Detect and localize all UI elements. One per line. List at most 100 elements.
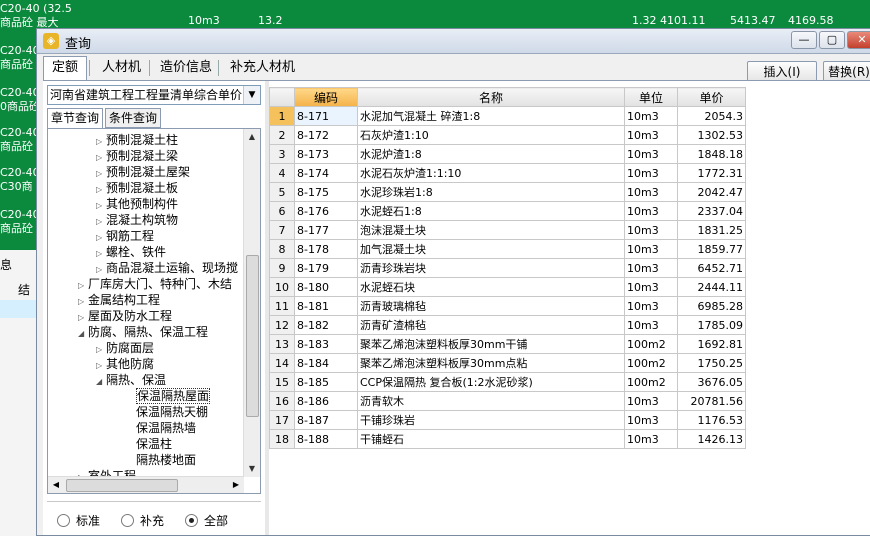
table-row[interactable]: 3 8-173 水泥炉渣1:8 10m3 1848.18: [269, 144, 746, 164]
row-number[interactable]: 12: [269, 315, 295, 335]
tree-item[interactable]: 保温隔热屋面: [126, 388, 211, 404]
tree-item[interactable]: ▷ 螺栓、铁件: [96, 244, 166, 260]
cell-unit[interactable]: 10m3: [624, 201, 678, 221]
scroll-thumb[interactable]: [66, 479, 178, 492]
cell-name[interactable]: 水泥炉渣1:8: [357, 144, 625, 164]
table-row[interactable]: 13 8-183 聚苯乙烯泡沫塑料板厚30mm干铺 100m2 1692.81: [269, 334, 746, 354]
cell-unit[interactable]: 100m2: [624, 334, 678, 354]
tree-item[interactable]: ▷ 混凝土构筑物: [96, 212, 178, 228]
table-row[interactable]: 14 8-184 聚苯乙烯泡沫塑料板厚30mm点粘 100m2 1750.25: [269, 353, 746, 373]
cell-unit[interactable]: 10m3: [624, 144, 678, 164]
row-number[interactable]: 18: [269, 429, 295, 449]
tab-supplement-materials[interactable]: 补充人材机: [221, 56, 304, 78]
cell-name[interactable]: 沥青玻璃棉毡: [357, 296, 625, 316]
cell-price[interactable]: 6452.71: [677, 258, 746, 278]
table-row[interactable]: 4 8-174 水泥石灰炉渣1:1:10 10m3 1772.31: [269, 163, 746, 183]
cell-code[interactable]: 8-178: [294, 239, 358, 259]
cell-unit[interactable]: 10m3: [624, 125, 678, 145]
cell-code[interactable]: 8-172: [294, 125, 358, 145]
row-number[interactable]: 10: [269, 277, 295, 297]
cell-name[interactable]: 泡沫混凝土块: [357, 220, 625, 240]
cell-unit[interactable]: 100m2: [624, 353, 678, 373]
tab-materials[interactable]: 人材机: [93, 56, 150, 78]
cell-code[interactable]: 8-171: [294, 106, 358, 126]
tab-condition-query[interactable]: 条件查询: [105, 108, 162, 128]
tree-item[interactable]: 保温柱: [126, 436, 172, 452]
cell-price[interactable]: 1859.77: [677, 239, 746, 259]
table-row[interactable]: 5 8-175 水泥珍珠岩1:8 10m3 2042.47: [269, 182, 746, 202]
cell-code[interactable]: 8-180: [294, 277, 358, 297]
row-number[interactable]: 9: [269, 258, 295, 278]
cell-unit[interactable]: 10m3: [624, 163, 678, 183]
row-number[interactable]: 1: [269, 106, 295, 126]
tree-item[interactable]: 保温隔热天棚: [126, 404, 208, 420]
cell-price[interactable]: 1426.13: [677, 429, 746, 449]
cell-name[interactable]: 加气混凝土块: [357, 239, 625, 259]
tab-chapter-query[interactable]: 章节查询: [47, 108, 104, 129]
scroll-down-icon[interactable]: ▼: [244, 461, 260, 477]
tree-item[interactable]: ▷ 其他预制构件: [96, 196, 178, 212]
tree-item[interactable]: ◢ 防腐、隔热、保温工程: [78, 324, 208, 340]
cell-code[interactable]: 8-176: [294, 201, 358, 221]
cell-name[interactable]: 水泥加气混凝土 碎渣1:8: [357, 106, 625, 126]
tab-quota[interactable]: 定额: [43, 56, 88, 81]
tree-item[interactable]: 隔热楼地面: [126, 452, 196, 468]
cell-price[interactable]: 1692.81: [677, 334, 746, 354]
row-number[interactable]: 2: [269, 125, 295, 145]
table-row[interactable]: 16 8-186 沥青软木 10m3 20781.56: [269, 391, 746, 411]
maximize-icon[interactable]: ▢: [819, 31, 845, 49]
table-row[interactable]: 6 8-176 水泥蛭石1:8 10m3 2337.04: [269, 201, 746, 221]
dialog-titlebar[interactable]: ◈ 查询 — ▢ ✕: [37, 29, 870, 54]
cell-unit[interactable]: 10m3: [624, 391, 678, 411]
cell-name[interactable]: 干铺蛭石: [357, 429, 625, 449]
scroll-left-icon[interactable]: ◀: [48, 477, 64, 493]
cell-unit[interactable]: 100m2: [624, 372, 678, 392]
cell-code[interactable]: 8-181: [294, 296, 358, 316]
cell-code[interactable]: 8-175: [294, 182, 358, 202]
tree-item[interactable]: ▷ 金属结构工程: [78, 292, 160, 308]
table-row[interactable]: 11 8-181 沥青玻璃棉毡 10m3 6985.28: [269, 296, 746, 316]
cell-code[interactable]: 8-179: [294, 258, 358, 278]
tree-item[interactable]: 保温隔热墙: [126, 420, 196, 436]
tree-item[interactable]: ▷ 钢筋工程: [96, 228, 154, 244]
chevron-down-icon[interactable]: ▼: [243, 86, 260, 104]
tree-item[interactable]: ▷ 预制混凝土屋架: [96, 164, 190, 180]
scroll-right-icon[interactable]: ▶: [228, 477, 244, 493]
cell-price[interactable]: 1176.53: [677, 410, 746, 430]
row-number[interactable]: 7: [269, 220, 295, 240]
tree-vertical-scrollbar[interactable]: ▲ ▼: [243, 129, 260, 477]
cell-price[interactable]: 6985.28: [677, 296, 746, 316]
table-row[interactable]: 9 8-179 沥青珍珠岩块 10m3 6452.71: [269, 258, 746, 278]
cell-unit[interactable]: 10m3: [624, 239, 678, 259]
close-icon[interactable]: ✕: [847, 31, 870, 49]
cell-price[interactable]: 1302.53: [677, 125, 746, 145]
cell-code[interactable]: 8-184: [294, 353, 358, 373]
cell-code[interactable]: 8-186: [294, 391, 358, 411]
collapse-icon[interactable]: ◢: [96, 374, 106, 390]
tree-item[interactable]: ▷ 屋面及防水工程: [78, 308, 172, 324]
scroll-thumb[interactable]: [246, 255, 259, 417]
cell-name[interactable]: 水泥蛭石1:8: [357, 201, 625, 221]
cell-name[interactable]: 沥青软木: [357, 391, 625, 411]
cell-unit[interactable]: 10m3: [624, 296, 678, 316]
cell-name[interactable]: 沥青珍珠岩块: [357, 258, 625, 278]
tree-item[interactable]: ▷ 预制混凝土柱: [96, 132, 178, 148]
cell-code[interactable]: 8-173: [294, 144, 358, 164]
tree-horizontal-scrollbar[interactable]: ◀ ▶: [48, 476, 244, 493]
table-row[interactable]: 10 8-180 水泥蛭石块 10m3 2444.11: [269, 277, 746, 297]
row-number[interactable]: 6: [269, 201, 295, 221]
radio-supplement[interactable]: 补充: [121, 512, 164, 529]
tree-item[interactable]: ▷ 预制混凝土板: [96, 180, 178, 196]
radio-all[interactable]: 全部: [185, 512, 228, 529]
table-row[interactable]: 17 8-187 干铺珍珠岩 10m3 1176.53: [269, 410, 746, 430]
cell-price[interactable]: 20781.56: [677, 391, 746, 411]
table-row[interactable]: 15 8-185 CCP保温隔热 复合板(1:2水泥砂浆) 100m2 3676.05: [269, 372, 746, 392]
row-number[interactable]: 17: [269, 410, 295, 430]
row-number[interactable]: 14: [269, 353, 295, 373]
cell-unit[interactable]: 10m3: [624, 220, 678, 240]
collapse-icon[interactable]: ◢: [78, 326, 88, 342]
row-number[interactable]: 5: [269, 182, 295, 202]
tree-item[interactable]: ▷ 其他防腐: [96, 356, 154, 372]
column-header-price[interactable]: 单价: [677, 87, 746, 107]
tree-item[interactable]: ▷ 商品混凝土运输、现场搅: [96, 260, 238, 276]
